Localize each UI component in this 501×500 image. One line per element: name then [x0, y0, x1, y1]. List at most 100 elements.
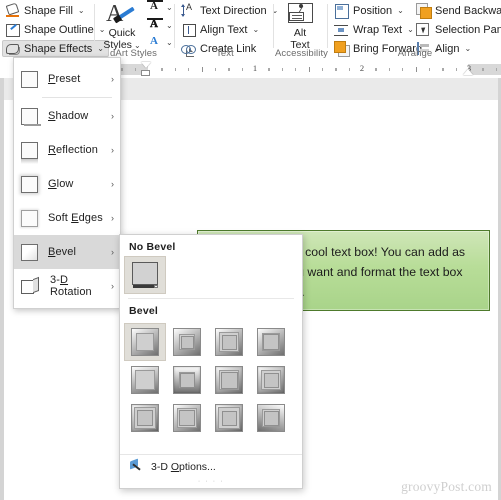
- bevel-inner: [180, 335, 194, 349]
- chevron-right-icon: ›: [111, 145, 114, 155]
- reflection-square-icon: [20, 141, 38, 164]
- bevel-thumbnail[interactable]: [208, 399, 250, 437]
- shape-effects-label: Shape Effects: [24, 42, 93, 55]
- quick-styles-label-line1: Quick: [108, 27, 136, 39]
- arrange-group-label: Arrange: [397, 48, 433, 59]
- quick-styles-button[interactable]: A Quick Styles ⌄: [98, 2, 146, 51]
- bevel-thumbnail[interactable]: [250, 361, 292, 399]
- bevel-heading: Bevel: [129, 305, 159, 317]
- bevel-inner: [221, 334, 237, 350]
- gallery-footer: 3-D Options... · · · ·: [120, 454, 302, 488]
- no-bevel-row: [120, 256, 302, 294]
- chevron-down-icon: ⌄: [77, 6, 85, 15]
- bevel-thumbnail[interactable]: [166, 323, 208, 361]
- bevel-preview: [257, 404, 285, 432]
- bevel-inner: [221, 410, 237, 426]
- shape-outline-label: Shape Outline: [24, 23, 94, 36]
- fill-bar: [147, 0, 163, 2]
- align-text-icon: [181, 22, 196, 37]
- shape-effects-item-shadow[interactable]: Shadow ›: [14, 99, 120, 133]
- position-label: Position: [353, 4, 393, 17]
- text-lines: [289, 12, 304, 21]
- text-outline-button[interactable]: A: [146, 18, 168, 35]
- left-indent-marker[interactable]: [141, 70, 150, 76]
- menu-item-label: Soft Edges: [48, 212, 103, 224]
- chevron-right-icon: ›: [111, 213, 114, 223]
- bevel-thumbnail[interactable]: [124, 361, 166, 399]
- shape-effects-item-preset[interactable]: Preset ›: [14, 62, 120, 96]
- bevel-thumbnail[interactable]: [208, 323, 250, 361]
- bevel-preview: [131, 328, 159, 356]
- 3d-options-button[interactable]: 3-D Options...: [120, 455, 302, 479]
- send-backward-button[interactable]: Send Backward ⌄: [413, 2, 501, 19]
- ruler-number: 2: [359, 63, 365, 73]
- shape-effects-item-reflection[interactable]: Reflection ›: [14, 133, 120, 167]
- text-direction-label: Text Direction: [200, 4, 267, 17]
- shape-effects-item-glow[interactable]: Glow ›: [14, 167, 120, 201]
- sun-dot: [299, 4, 303, 8]
- bevel-thumbnail[interactable]: [166, 361, 208, 399]
- shape-effects-icon: [5, 41, 20, 56]
- chevron-down-icon[interactable]: ⌄: [166, 38, 173, 47]
- bevel-thumbnail-grid[interactable]: [120, 320, 302, 437]
- preset-square-icon: [21, 70, 38, 88]
- bevel-preview: [173, 404, 201, 432]
- wrap-text-button[interactable]: Wrap Text ⌄: [331, 21, 419, 38]
- shape-effects-button[interactable]: Shape Effects ⌄: [2, 40, 109, 57]
- bevel-thumbnail[interactable]: [124, 323, 166, 361]
- shape-effects-item-bevel[interactable]: Bevel ›: [14, 235, 120, 269]
- chevron-down-icon: ⌄: [397, 6, 404, 15]
- group-divider: [273, 4, 274, 48]
- group-divider: [94, 4, 95, 48]
- ribbon-group-shape-styles: Shape Fill ⌄ Shape Outline ⌄ Shape Effec…: [0, 0, 109, 60]
- bevel-inner: [179, 372, 195, 388]
- glow-square-icon: [21, 175, 38, 193]
- soft-edges-square-icon: [21, 209, 38, 227]
- chevron-down-icon[interactable]: ⌄: [166, 3, 173, 12]
- align-text-label: Align Text: [200, 23, 248, 36]
- 3d-options-label: 3-D Options...: [151, 461, 216, 473]
- bevel-preview: [131, 366, 159, 394]
- watermark-label: groovyPost.com: [401, 479, 492, 494]
- bevel-thumbnail[interactable]: [208, 361, 250, 399]
- bevel-thumbnail[interactable]: [166, 399, 208, 437]
- bevel-thumbnail[interactable]: [124, 399, 166, 437]
- alt-text-button[interactable]: Alt Text: [276, 2, 324, 51]
- bevel-preview: [131, 404, 159, 432]
- text-direction-button[interactable]: Text Direction ⌄: [178, 2, 283, 19]
- bevel-preview: [257, 366, 285, 394]
- ribbon-group-arrange: Position ⌄ Wrap Text ⌄ Bring Forward ⌄ S…: [329, 0, 501, 60]
- position-icon: [334, 3, 349, 19]
- right-indent-marker[interactable]: [463, 69, 473, 75]
- bevel-inner: [263, 410, 279, 426]
- shape-effects-item-soft-edges[interactable]: Soft Edges ›: [14, 201, 120, 235]
- shape-fill-button[interactable]: Shape Fill ⌄: [2, 2, 90, 19]
- resize-grip-icon[interactable]: · · · ·: [198, 478, 224, 485]
- shadow-square-icon: [21, 107, 41, 126]
- bevel-gallery-panel[interactable]: No Bevel Bevel 3-D Options... · · · ·: [119, 234, 303, 489]
- bevel-thumbnail[interactable]: [250, 323, 292, 361]
- bevel-preview: [173, 328, 201, 356]
- alt-text-icon: [283, 2, 317, 28]
- position-button[interactable]: Position ⌄: [331, 2, 409, 19]
- selection-pane-button[interactable]: Selection Pane: [413, 21, 501, 38]
- paint-bucket-icon: [5, 3, 20, 18]
- first-line-indent-marker[interactable]: [141, 62, 151, 68]
- text-fill-button[interactable]: A: [146, 0, 168, 17]
- wrap-text-label: Wrap Text: [353, 23, 403, 36]
- bevel-preview: [215, 328, 243, 356]
- ruler-number: 1: [252, 63, 258, 73]
- align-text-button[interactable]: Align Text ⌄: [178, 21, 264, 38]
- ribbon-group-accessibility: Alt Text Accessibility: [275, 0, 328, 60]
- shape-effects-menu[interactable]: Preset › Shadow › Reflection › Glow › Soft Edges…: [13, 57, 121, 309]
- menu-item-label: 3-D Rotation: [50, 274, 92, 298]
- chevron-down-icon[interactable]: ⌄: [166, 21, 173, 30]
- chevron-right-icon: ›: [111, 74, 114, 84]
- chevron-right-icon: ›: [111, 111, 114, 121]
- menu-item-label: Reflection: [48, 144, 98, 156]
- bevel-preview: [215, 404, 243, 432]
- shape-effects-item-3-d-rotation[interactable]: 3-D Rotation ›: [14, 269, 120, 303]
- no-bevel-thumbnail[interactable]: [124, 256, 166, 294]
- bevel-square-icon: [21, 243, 38, 261]
- bevel-thumbnail[interactable]: [250, 399, 292, 437]
